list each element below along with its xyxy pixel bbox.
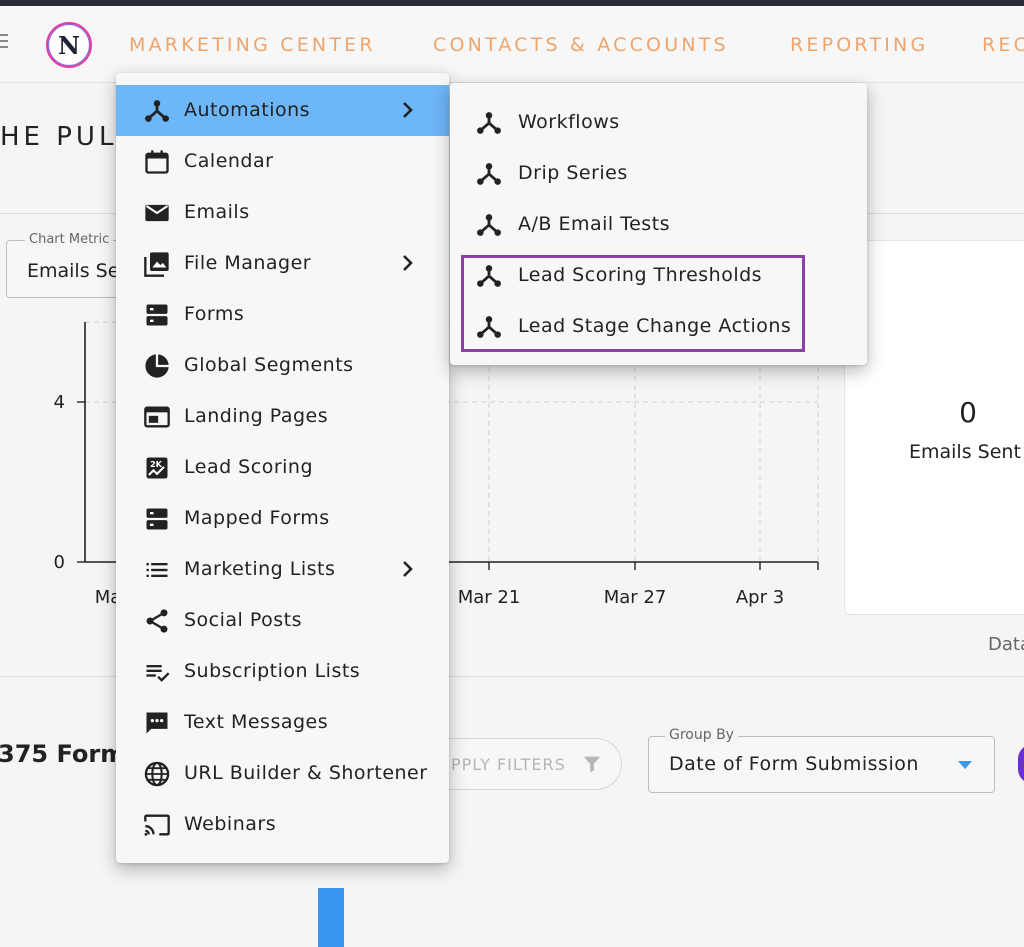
action-button[interactable] xyxy=(1018,744,1024,784)
apply-filters-button[interactable]: PPLY FILTERS xyxy=(420,738,622,790)
photo-library-icon xyxy=(142,249,172,279)
chevron-right-icon xyxy=(400,559,416,583)
email-icon xyxy=(142,198,172,228)
menu-item-global-segments[interactable]: Global Segments xyxy=(116,340,449,391)
menu-item-label: Global Segments xyxy=(184,354,354,376)
data-caption: Data xyxy=(988,634,1024,655)
menu-item-label: Marketing Lists xyxy=(184,558,336,580)
forms-icon xyxy=(142,300,172,330)
chart-y-tick-label: 4 xyxy=(54,392,65,413)
menu-item-label: Forms xyxy=(184,303,245,325)
cast-icon xyxy=(142,810,172,840)
group-by-value: Date of Form Submission xyxy=(669,753,919,775)
menu-item-label: Emails xyxy=(184,201,250,223)
menu-item-label: Lead Scoring xyxy=(184,456,314,478)
automation-icon xyxy=(476,161,502,191)
submenu-item-a-b-email-tests[interactable]: A/B Email Tests xyxy=(450,199,867,250)
menu-item-label: Webinars xyxy=(184,813,277,835)
dropdown-arrow-icon xyxy=(958,761,972,769)
group-by-label: Group By xyxy=(665,727,738,743)
menu-item-emails[interactable]: Emails xyxy=(116,187,449,238)
submenu-item-workflows[interactable]: Workflows xyxy=(450,97,867,148)
menu-item-label: Text Messages xyxy=(184,711,329,733)
stat-value: 0 xyxy=(959,396,977,429)
stat-card: 0 Emails Sent xyxy=(844,240,1024,615)
menu-item-marketing-lists[interactable]: Marketing Lists xyxy=(116,544,449,595)
chart-metric-value: Emails Se xyxy=(27,260,120,282)
app-logo[interactable]: N xyxy=(46,22,92,68)
nav-link-reporting[interactable]: REPORTING xyxy=(790,34,928,56)
menu-item-forms[interactable]: Forms xyxy=(116,289,449,340)
hamburger-menu-icon[interactable] xyxy=(0,34,8,50)
submenu-item-label: Workflows xyxy=(518,111,620,133)
menu-item-label: File Manager xyxy=(184,252,312,274)
nav-link-rec[interactable]: REC xyxy=(982,34,1024,56)
automation-icon xyxy=(476,212,502,242)
top-navbar: N MARKETING CENTER CONTACTS & ACCOUNTS R… xyxy=(0,6,1024,83)
calendar-icon xyxy=(142,147,172,177)
logo-letter: N xyxy=(58,30,80,60)
menu-item-subscription-lists[interactable]: Subscription Lists xyxy=(116,646,449,697)
submenu-item-drip-series[interactable]: Drip Series xyxy=(450,148,867,199)
chart-y-tick-label: 0 xyxy=(54,552,65,573)
menu-item-label: Subscription Lists xyxy=(184,660,361,682)
chevron-right-icon xyxy=(400,100,416,124)
submenu-item-label: Drip Series xyxy=(518,162,628,184)
filter-icon xyxy=(581,753,603,779)
menu-item-url-builder-shortener[interactable]: URL Builder & Shortener xyxy=(116,748,449,799)
menu-item-text-messages[interactable]: Text Messages xyxy=(116,697,449,748)
menu-item-label: Social Posts xyxy=(184,609,303,631)
menu-item-calendar[interactable]: Calendar xyxy=(116,136,449,187)
menu-item-landing-pages[interactable]: Landing Pages xyxy=(116,391,449,442)
pie-chart-icon xyxy=(142,351,172,381)
chart-x-tick-label: Apr 3 xyxy=(736,587,784,608)
svg-text:2K: 2K xyxy=(150,459,163,469)
forms-icon xyxy=(142,504,172,534)
menu-item-label: Mapped Forms xyxy=(184,507,330,529)
submenu-item-label: A/B Email Tests xyxy=(518,213,671,235)
menu-item-automations[interactable]: Automations xyxy=(116,85,449,136)
globe-icon xyxy=(142,759,172,789)
menu-item-social-posts[interactable]: Social Posts xyxy=(116,595,449,646)
marketing-center-menu: Automations Calendar Emails File Manager For… xyxy=(116,73,449,863)
menu-item-webinars[interactable]: Webinars xyxy=(116,799,449,850)
forms-count-title: 375 Form xyxy=(0,740,126,768)
chart-x-tick-label: Mar 21 xyxy=(458,587,521,608)
menu-item-label: Automations xyxy=(184,99,311,121)
menu-item-label: Landing Pages xyxy=(184,405,329,427)
share-icon xyxy=(142,606,172,636)
automation-icon xyxy=(476,110,502,140)
chevron-right-icon xyxy=(400,253,416,277)
menu-item-mapped-forms[interactable]: Mapped Forms xyxy=(116,493,449,544)
menu-item-label: Calendar xyxy=(184,150,274,172)
highlight-annotation xyxy=(461,255,805,352)
automation-icon xyxy=(142,96,172,126)
stat-caption: Emails Sent xyxy=(909,441,1021,463)
web-page-icon xyxy=(142,402,172,432)
chart-x-tick-label: Mar 27 xyxy=(604,587,667,608)
chart-bar xyxy=(318,888,344,947)
menu-item-lead-scoring[interactable]: 2K Lead Scoring xyxy=(116,442,449,493)
playlist-check-icon xyxy=(142,657,172,687)
sms-icon xyxy=(142,708,172,738)
menu-item-label: URL Builder & Shortener xyxy=(184,762,428,784)
group-by-select[interactable]: Group By Date of Form Submission xyxy=(648,727,995,793)
list-icon xyxy=(142,555,172,585)
nav-link-marketing-center[interactable]: MARKETING CENTER xyxy=(129,34,376,56)
chart-metric-label: Chart Metric xyxy=(25,232,114,247)
nav-link-contacts-accounts[interactable]: CONTACTS & ACCOUNTS xyxy=(433,34,729,56)
apply-filters-label: PPLY FILTERS xyxy=(451,755,566,774)
score-icon: 2K xyxy=(142,453,172,483)
menu-item-file-manager[interactable]: File Manager xyxy=(116,238,449,289)
